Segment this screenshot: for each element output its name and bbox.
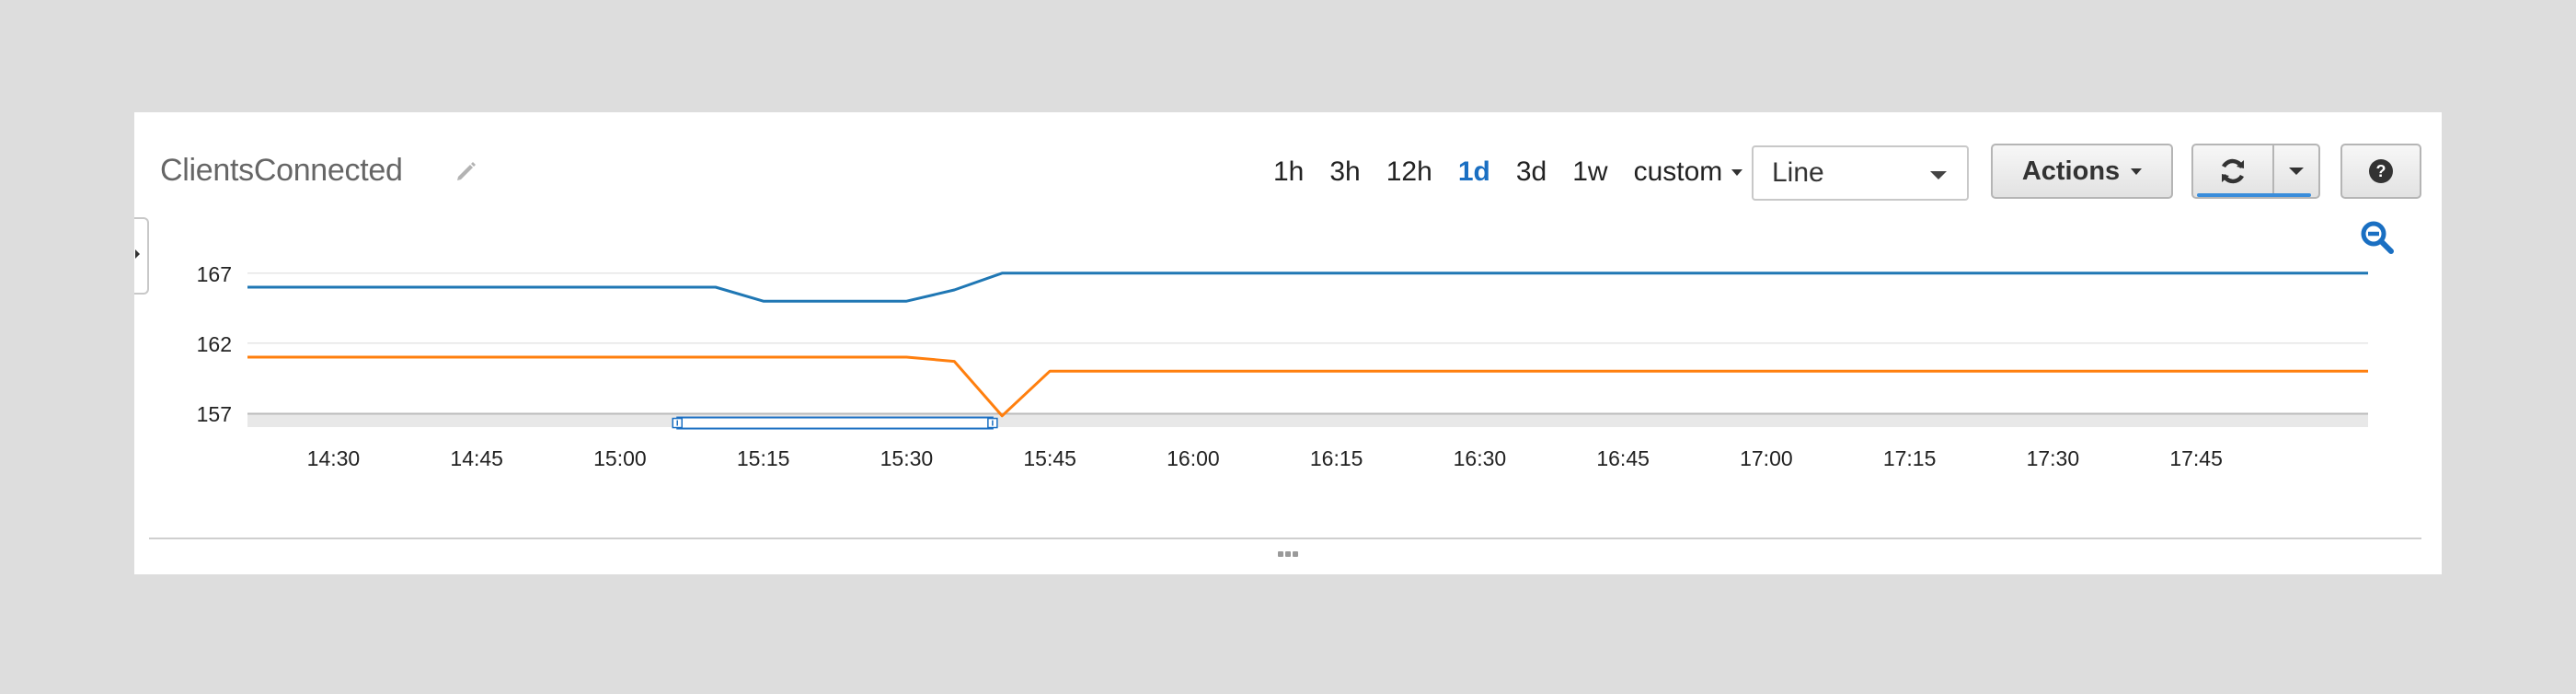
time-brush-selection[interactable] xyxy=(676,416,994,430)
divider xyxy=(149,538,2421,539)
x-tick-label: 17:30 xyxy=(2027,446,2080,470)
x-tick-label: 15:00 xyxy=(593,446,647,470)
y-tick-label: 167 xyxy=(197,262,232,286)
x-tick-label: 17:45 xyxy=(2169,446,2223,470)
x-tick-label: 16:30 xyxy=(1454,446,1507,470)
x-tick-label: 14:30 xyxy=(307,446,361,470)
x-tick-label: 17:15 xyxy=(1883,446,1937,470)
resize-handle[interactable] xyxy=(1277,550,1299,558)
x-tick-label: 16:15 xyxy=(1310,446,1363,470)
x-tick-label: 17:00 xyxy=(1740,446,1793,470)
x-tick-label: 16:45 xyxy=(1596,446,1650,470)
x-tick-label: 14:45 xyxy=(450,446,503,470)
y-tick-label: 157 xyxy=(197,402,232,426)
line-chart[interactable]: 157 162 167 14:30 14:45 15:00 15:15 15:30 15:45 1… xyxy=(134,112,2442,536)
series-line-1 xyxy=(247,272,2368,303)
x-tick-label: 15:15 xyxy=(737,446,790,470)
x-tick-label: 15:45 xyxy=(1023,446,1076,470)
x-tick-label: 16:00 xyxy=(1167,446,1220,470)
y-tick-label: 162 xyxy=(197,332,232,356)
x-tick-label: 15:30 xyxy=(880,446,934,470)
x-axis-band xyxy=(247,413,2368,427)
metric-widget: ClientsConnected 1h 3h 12h 1d 3d 1w cust… xyxy=(134,112,2442,574)
series-line-2 xyxy=(247,355,2368,418)
